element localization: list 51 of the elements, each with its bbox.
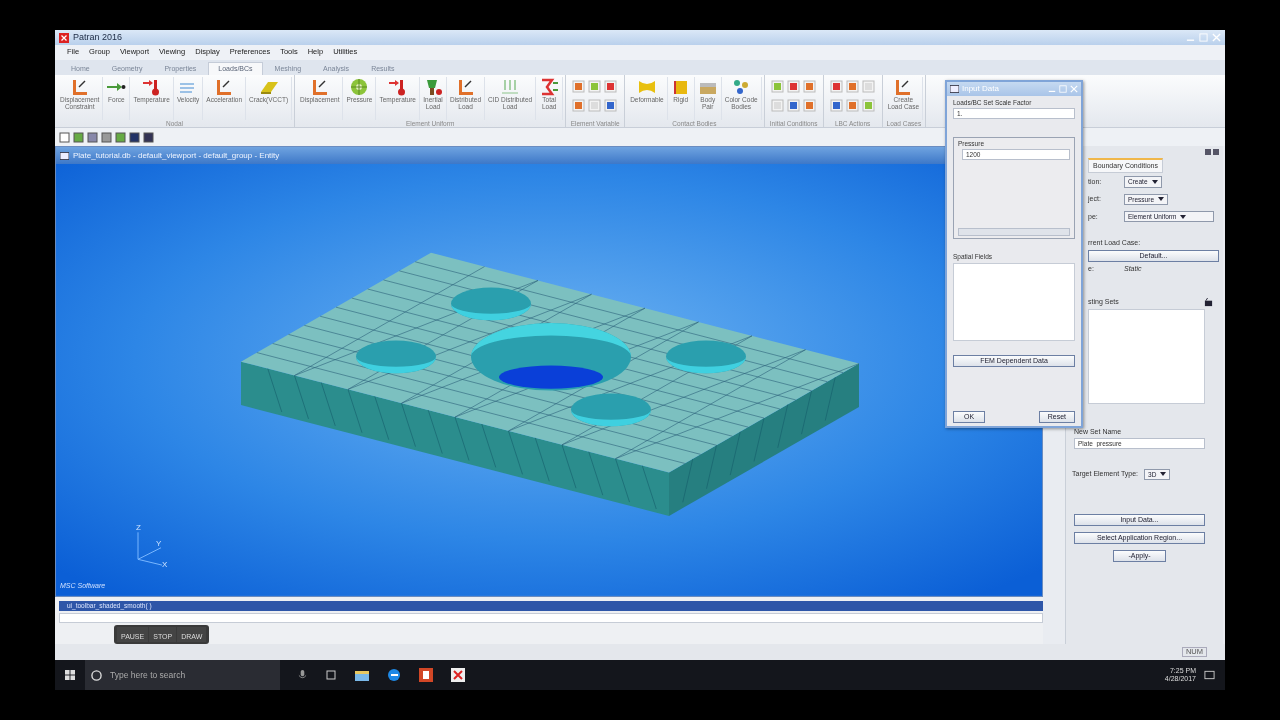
search-field[interactable]: Type here to search (108, 669, 258, 681)
tool-icon[interactable] (829, 80, 843, 93)
start-icon[interactable] (65, 670, 75, 680)
dialog-title: Input Data (962, 84, 999, 94)
window-title: Patran 2016 (73, 32, 123, 43)
toolbar-icon[interactable] (115, 131, 126, 143)
viewport-icon (60, 151, 69, 160)
tool-icon[interactable] (845, 80, 859, 93)
tool-icon[interactable] (604, 99, 618, 113)
tool-icon[interactable] (786, 99, 800, 113)
tool-icon[interactable] (802, 80, 816, 93)
browser-icon[interactable] (387, 668, 401, 682)
tool-icon[interactable] (572, 99, 586, 113)
deformable-icon (636, 78, 657, 96)
toolbar-icon[interactable] (87, 131, 98, 143)
microphone-icon[interactable] (298, 670, 307, 680)
folder-icon[interactable] (355, 669, 369, 681)
caret-icon (1160, 472, 1167, 477)
toolbar-icon[interactable] (101, 131, 112, 143)
toolbar-icon[interactable] (143, 131, 154, 143)
task-view-icon[interactable] (325, 670, 337, 680)
thermometer-icon (387, 78, 408, 96)
dialog-icon (950, 85, 959, 93)
app-logo-icon (59, 32, 69, 43)
tool-icon[interactable] (572, 80, 586, 93)
search-icon (91, 669, 102, 681)
app-logo-icon[interactable] (451, 668, 465, 682)
axis-triad-icon (137, 531, 163, 566)
tool-icon[interactable] (802, 99, 816, 113)
toolbar-icon[interactable] (73, 131, 84, 143)
presentation-icon[interactable] (419, 668, 433, 682)
thermometer-icon (141, 78, 162, 96)
caret-icon (1151, 179, 1158, 184)
viewport-title: Plate_tutorial.db - default_viewport - default_group - Entity (73, 150, 280, 161)
tool-icon[interactable] (604, 80, 618, 93)
caret-icon (1158, 197, 1164, 202)
down-arrows-icon (500, 78, 521, 96)
command-field[interactable] (59, 612, 1043, 623)
tool-icon[interactable] (770, 80, 784, 93)
tool-icon[interactable] (829, 99, 843, 113)
scrollbar[interactable] (958, 228, 1070, 237)
notification-icon[interactable] (1204, 670, 1215, 680)
toolbar-icon[interactable] (129, 131, 140, 143)
tool-icon[interactable] (588, 80, 602, 93)
disc-icon (349, 78, 370, 96)
spatial-fields-list[interactable] (953, 262, 1075, 341)
search-box[interactable]: Type here to search (85, 660, 280, 690)
caret-icon (1180, 214, 1187, 219)
tool-icon[interactable] (845, 99, 859, 113)
close-icon[interactable] (1070, 85, 1078, 93)
tool-icon[interactable] (786, 80, 800, 93)
